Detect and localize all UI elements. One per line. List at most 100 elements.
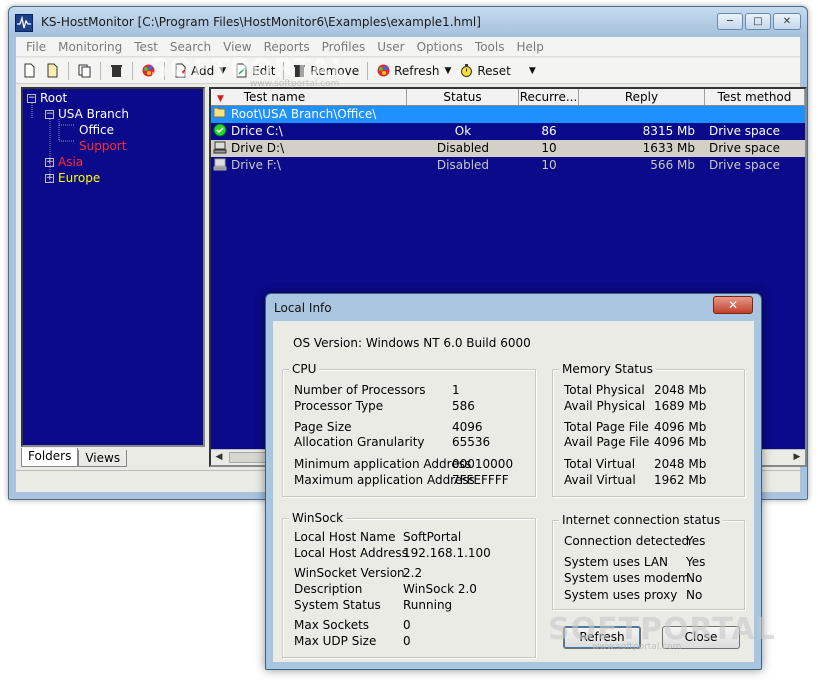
folder-open-icon (211, 106, 231, 123)
table-row[interactable]: Drive F:\ Disabled 10 566 Mb Drive space (211, 157, 805, 174)
memory-label: Avail Page File (564, 435, 650, 449)
internet-label: System uses proxy (564, 588, 678, 602)
winsock-value: 0 (403, 618, 411, 632)
memory-value: 2048 Mb (654, 383, 707, 397)
status-ok-icon (211, 123, 231, 140)
winsock-label: Max Sockets (294, 618, 370, 632)
delete-button[interactable] (105, 60, 128, 82)
trash-icon (111, 65, 122, 77)
winsock-value: Running (403, 598, 453, 612)
folder-path: Root\USA Branch\Office\ (231, 107, 377, 121)
cpu-value: 65536 (452, 435, 491, 449)
internet-value: Yes (686, 534, 706, 548)
reset-label: Reset (477, 63, 511, 78)
column-test-name[interactable]: ▼ Test name (211, 89, 407, 105)
cpu-label: Page Size (294, 420, 352, 434)
memory-value: 4096 Mb (654, 420, 707, 434)
trash-icon (294, 65, 306, 77)
refresh-button[interactable]: Refresh ▼ (372, 60, 455, 82)
menu-file[interactable]: File (20, 40, 52, 54)
winsock-label: Local Host Name (294, 530, 396, 544)
scroll-right-icon[interactable]: ▶ (789, 450, 805, 465)
add-dropdown-icon[interactable]: ▼ (219, 66, 226, 76)
column-reply[interactable]: Reply (579, 89, 705, 105)
edit-button[interactable]: Edit (230, 60, 279, 82)
winsock-value: 192.168.1.100 (403, 546, 491, 560)
winsock-label: System Status (294, 598, 381, 612)
close-button[interactable]: ✕ (773, 13, 801, 30)
menu-search[interactable]: Search (164, 40, 217, 54)
folder-row[interactable]: Root\USA Branch\Office\ (211, 106, 805, 123)
menu-monitoring[interactable]: Monitoring (52, 40, 128, 54)
menu-help[interactable]: Help (510, 40, 549, 54)
column-recurrence[interactable]: Recurre... (519, 89, 579, 105)
copy-button[interactable] (73, 60, 96, 82)
refresh-label: Refresh (394, 63, 440, 78)
edit-label: Edit (252, 63, 276, 78)
open-button[interactable] (41, 60, 64, 82)
close-info-button[interactable]: Close (662, 626, 740, 649)
menu-reports[interactable]: Reports (258, 40, 316, 54)
winsock-label: Max UDP Size (294, 634, 377, 648)
new-button[interactable] (18, 60, 41, 82)
memory-group: Memory Status Total Physical 2048 Mb Ava… (552, 362, 745, 497)
add-label: Add (191, 63, 215, 78)
list-header: ▼ Test name Status Recurre... Reply Test… (211, 89, 805, 106)
stopwatch-icon (461, 64, 473, 77)
scroll-left-icon[interactable]: ◀ (211, 450, 227, 465)
reset-dropdown-icon[interactable]: ▼ (529, 66, 536, 76)
internet-value: No (686, 588, 703, 602)
table-row[interactable]: Drice C:\ Ok 86 8315 Mb Drive space (211, 123, 805, 140)
memory-label: Avail Physical (564, 399, 646, 413)
toolbar: Add ▼ Edit Remove Refresh ▼ Reset ▼ (16, 58, 800, 84)
refresh-dropdown-icon[interactable]: ▼ (444, 66, 451, 76)
menu-options[interactable]: Options (411, 40, 469, 54)
edit-icon (236, 63, 247, 78)
palette-button[interactable] (137, 60, 160, 82)
table-row[interactable]: Drive D:\ Disabled 10 1633 Mb Drive spac… (211, 140, 805, 157)
maximize-button[interactable]: □ (745, 13, 771, 30)
minimize-button[interactable]: ─ (717, 13, 743, 30)
sort-arrow-icon: ▼ (217, 94, 224, 104)
winsock-value: SoftPortal (403, 530, 462, 544)
menu-profiles[interactable]: Profiles (316, 40, 372, 54)
cpu-label: Number of Processors (294, 383, 426, 397)
disabled-drive-icon (211, 157, 231, 174)
winsock-group-title: WinSock (289, 511, 347, 525)
tree-tabs: Folders Views (21, 447, 205, 467)
reset-button[interactable]: Reset (455, 60, 515, 82)
folder-tree[interactable]: − Root − USA Branch Office Support + Asia +… (21, 87, 205, 447)
cpu-value: 4096 (452, 420, 483, 434)
remove-button[interactable]: Remove (288, 60, 363, 82)
window-title: KS-HostMonitor [C:\Program Files\HostMon… (41, 15, 481, 29)
memory-label: Total Physical (564, 383, 645, 397)
winsock-label: Description (294, 582, 363, 596)
cpu-value: 586 (452, 399, 475, 413)
winsock-value: 2.2 (403, 566, 423, 580)
winsock-value: 0 (403, 634, 411, 648)
cpu-value: 7FFEFFFF (452, 473, 509, 487)
tab-folders[interactable]: Folders (21, 448, 79, 467)
menu-bar: File Monitoring Test Search View Reports… (16, 37, 800, 57)
menu-user[interactable]: User (371, 40, 410, 54)
palette-icon (142, 64, 155, 77)
menu-view[interactable]: View (217, 40, 257, 54)
title-bar[interactable]: KS-HostMonitor [C:\Program Files\HostMon… (9, 7, 807, 37)
os-version: OS Version: Windows NT 6.0 Build 6000 (293, 336, 531, 350)
dialog-close-button[interactable]: ✕ (713, 296, 753, 314)
memory-group-title: Memory Status (559, 362, 656, 376)
disabled-drive-icon (211, 140, 231, 157)
add-button[interactable]: Add ▼ (169, 60, 230, 82)
cpu-group-title: CPU (289, 362, 320, 376)
refresh-info-button[interactable]: Refresh (563, 626, 641, 649)
memory-value: 4096 Mb (654, 435, 707, 449)
tab-views[interactable]: Views (78, 450, 128, 467)
column-status[interactable]: Status (407, 89, 519, 105)
menu-test[interactable]: Test (128, 40, 164, 54)
internet-value: No (686, 571, 703, 585)
memory-label: Total Virtual (564, 457, 636, 471)
copy-icon (78, 64, 91, 78)
menu-tools[interactable]: Tools (469, 40, 511, 54)
column-test-method[interactable]: Test method (705, 89, 805, 105)
cpu-value: 00010000 (452, 457, 514, 471)
